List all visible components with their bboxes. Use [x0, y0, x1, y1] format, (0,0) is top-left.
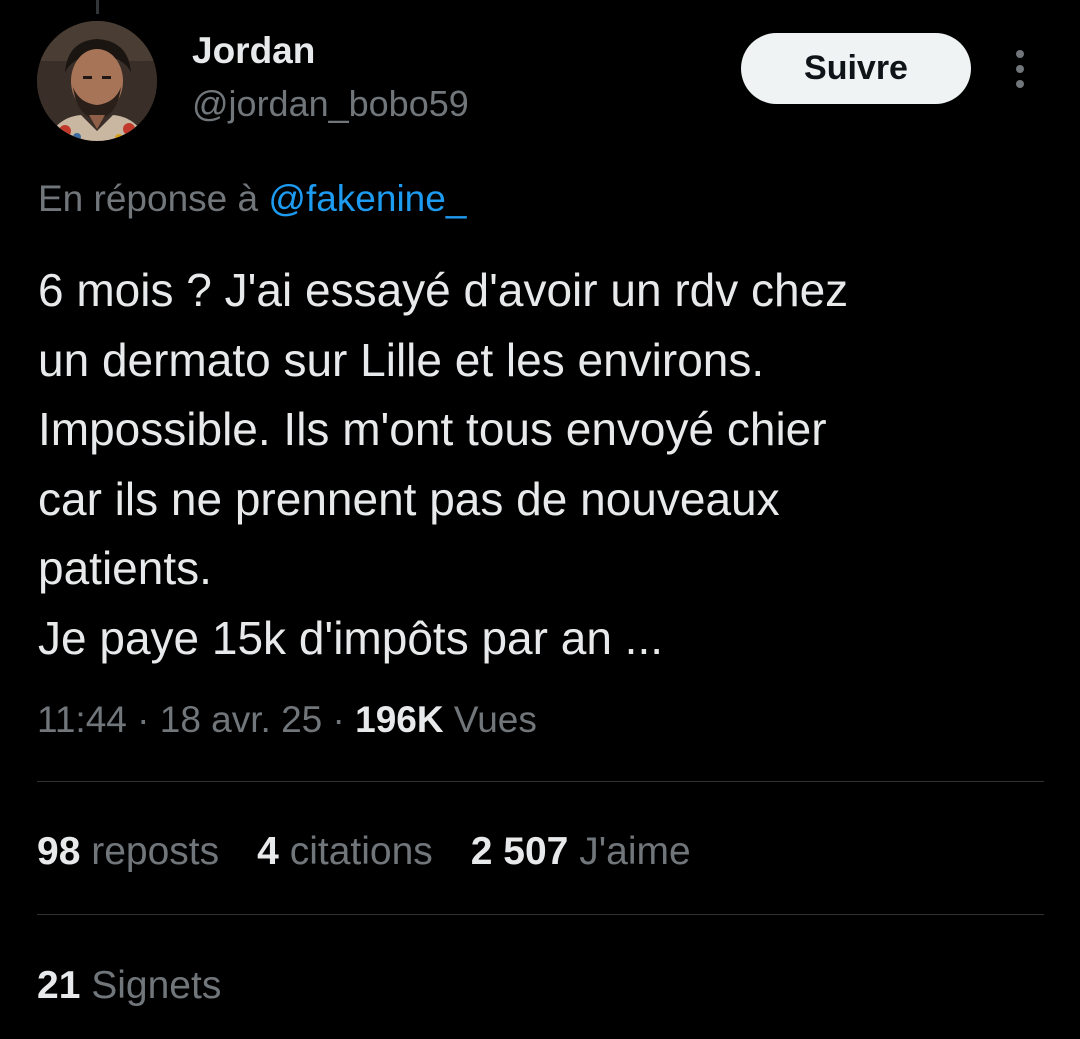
author-handle[interactable]: @jordan_bobo59 [192, 82, 469, 126]
bookmarks-stat[interactable]: 21 Signets [37, 962, 221, 1010]
reposts-label: reposts [91, 830, 220, 873]
likes-stat[interactable]: 2 507 J'aime [471, 828, 691, 876]
follow-button[interactable]: Suivre [741, 33, 971, 104]
avatar-photo-icon [37, 21, 157, 141]
tweet-text-line: 6 mois ? J'ai essayé d'avoir un rdv chez [38, 264, 849, 316]
tweet-text: 6 mois ? J'ai essayé d'avoir un rdv chez… [38, 256, 1048, 673]
thread-connector-line [96, 0, 99, 14]
tweet-text-line: Impossible. Ils m'ont tous envoyé chier [38, 403, 827, 455]
author-display-name[interactable]: Jordan [192, 28, 315, 74]
meta-separator: · [137, 699, 150, 740]
more-vertical-icon[interactable] [1006, 50, 1034, 88]
divider [37, 914, 1044, 915]
reposts-count: 98 [37, 830, 81, 873]
quotes-label: citations [289, 830, 433, 873]
divider [37, 781, 1044, 782]
engagement-stats: 98 reposts 4 citations 2 507 J'aime [37, 828, 729, 876]
bookmarks-label: Signets [91, 964, 222, 1007]
avatar[interactable] [37, 21, 157, 141]
tweet-text-line: car ils ne prennent pas de nouveaux [38, 472, 780, 525]
quotes-stat[interactable]: 4 citations [257, 828, 433, 876]
tweet-text-line: un dermato sur Lille et les environs. [38, 333, 765, 386]
likes-label: J'aime [579, 830, 691, 873]
reply-prefix: En réponse à [38, 178, 259, 219]
views-label: Vues [453, 699, 537, 740]
tweet-text-line: Je paye 15k d'impôts par an ... [38, 611, 664, 664]
tweet-meta: 11:44 · 18 avr. 25 · 196K Vues [37, 696, 537, 744]
tweet-time[interactable]: 11:44 [37, 699, 127, 740]
tweet-text-line: patients. [38, 542, 212, 594]
tweet-date[interactable]: 18 avr. 25 [160, 699, 323, 740]
reply-context: En réponse à @fakenine_ [38, 175, 466, 223]
views-count[interactable]: 196K [355, 699, 443, 740]
likes-count: 2 507 [470, 830, 569, 873]
reply-mention-link[interactable]: @fakenine_ [268, 178, 466, 219]
quotes-count: 4 [257, 830, 279, 873]
reposts-stat[interactable]: 98 reposts [37, 828, 219, 876]
bookmarks-count: 21 [37, 964, 81, 1007]
meta-separator: · [332, 699, 345, 740]
